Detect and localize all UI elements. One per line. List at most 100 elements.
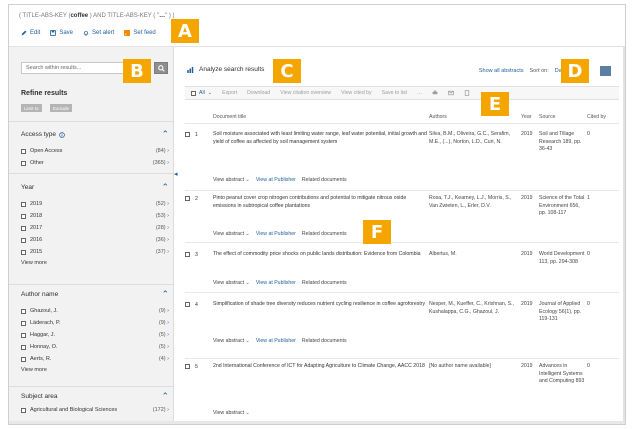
set-feed-button[interactable]: Set feed: [124, 30, 156, 36]
list-view-icon[interactable]: [600, 66, 611, 76]
cited-by-count[interactable]: 0: [587, 363, 619, 386]
view-at-publisher-link[interactable]: View at Publisher: [256, 177, 296, 183]
chevron-right-icon[interactable]: ›: [167, 356, 169, 362]
source-link[interactable]: Journal of Applied Ecology 56(1), pp. 11…: [539, 301, 587, 324]
facet-item-2019[interactable]: 2019 (52) ›: [21, 198, 169, 210]
chevron-right-icon[interactable]: ›: [167, 201, 169, 207]
checkbox[interactable]: [185, 132, 190, 137]
related-documents-link[interactable]: Related documents: [302, 231, 347, 237]
view-at-publisher-link[interactable]: View at Publisher: [256, 231, 296, 237]
chevron-right-icon[interactable]: ›: [167, 320, 169, 326]
checkbox[interactable]: [21, 344, 26, 350]
chevron-right-icon[interactable]: ›: [167, 332, 169, 338]
view-more-link[interactable]: View more: [21, 260, 169, 266]
cited-by-count[interactable]: 0: [587, 251, 619, 266]
facet-item-author[interactable]: Läderach, P. (9) ›: [21, 317, 169, 329]
facet-item-2015[interactable]: 2015 (37) ›: [21, 246, 169, 258]
chevron-up-icon[interactable]: ⌃: [161, 392, 169, 401]
view-citation-overview-button[interactable]: View citation overview: [280, 90, 331, 96]
chevron-right-icon[interactable]: ›: [167, 225, 169, 231]
select-all-dropdown[interactable]: All ⌄: [191, 90, 212, 96]
related-documents-link[interactable]: Related documents: [302, 177, 347, 183]
facet-header[interactable]: Year ⌃: [21, 183, 169, 192]
cited-by-count[interactable]: 1: [587, 195, 619, 218]
export-button[interactable]: Export: [222, 90, 237, 96]
document-title-link[interactable]: 2nd International Conference of ICT for …: [213, 363, 429, 386]
checkbox[interactable]: [185, 196, 190, 201]
chevron-right-icon[interactable]: ›: [167, 237, 169, 243]
view-cited-by-button[interactable]: View cited by: [341, 90, 371, 96]
set-alert-button[interactable]: Set alert: [83, 30, 114, 36]
view-abstract-button[interactable]: View abstract ⌄: [213, 231, 250, 237]
print-icon[interactable]: [432, 90, 438, 96]
chevron-up-icon[interactable]: ⌃: [161, 130, 169, 139]
save-button[interactable]: Save: [50, 30, 73, 36]
chevron-right-icon[interactable]: ›: [167, 407, 169, 413]
related-documents-link[interactable]: Related documents: [302, 338, 347, 344]
cited-by-count[interactable]: 0: [587, 301, 619, 324]
source-link[interactable]: Science of the Total Environment 656, pp…: [539, 195, 587, 218]
facet-item-author[interactable]: Haggar, J. (5) ›: [21, 329, 169, 341]
view-abstract-button[interactable]: View abstract ⌄: [213, 177, 250, 183]
edit-button[interactable]: Edit: [21, 30, 40, 36]
bibliography-icon[interactable]: [464, 90, 470, 96]
chevron-right-icon[interactable]: ›: [167, 344, 169, 350]
facet-item-2018[interactable]: 2018 (53) ›: [21, 210, 169, 222]
authors[interactable]: [No author name available]: [429, 363, 521, 386]
checkbox[interactable]: [21, 249, 26, 255]
info-icon[interactable]: [59, 131, 65, 138]
facet-item-2017[interactable]: 2017 (28) ›: [21, 222, 169, 234]
source-link[interactable]: World Development 113, pp. 294-308: [539, 251, 587, 266]
column-year[interactable]: Year: [521, 114, 539, 123]
email-icon[interactable]: [448, 90, 454, 96]
save-to-list-button[interactable]: Save to list: [382, 90, 407, 96]
cited-by-count[interactable]: 0: [587, 131, 619, 154]
chevron-right-icon[interactable]: ›: [167, 308, 169, 314]
authors[interactable]: Silva, B.M., Oliveira, G.C., Serafim, M.…: [429, 131, 521, 154]
checkbox[interactable]: [21, 332, 26, 338]
facet-header[interactable]: Subject area ⌃: [21, 392, 169, 401]
document-title-link[interactable]: Simplification of shade tree diversity r…: [213, 301, 429, 324]
view-more-link[interactable]: View more: [21, 367, 169, 373]
facet-item-other[interactable]: Other (365) ›: [21, 157, 169, 169]
chevron-up-icon[interactable]: ⌃: [161, 183, 169, 192]
view-abstract-button[interactable]: View abstract ⌄: [213, 410, 250, 416]
checkbox[interactable]: [21, 320, 26, 326]
facet-item-author[interactable]: Aerts, R. (4) ›: [21, 353, 169, 365]
authors[interactable]: Albertus, M.: [429, 251, 521, 266]
source-link[interactable]: Soil and Tillage Research 189, pp. 36-43: [539, 131, 587, 154]
more-options-button[interactable]: …: [417, 90, 422, 96]
view-at-publisher-link[interactable]: View at Publisher: [256, 280, 296, 286]
facet-header[interactable]: Author name ⌃: [21, 290, 169, 299]
chevron-right-icon[interactable]: ›: [167, 249, 169, 255]
show-all-abstracts-link[interactable]: Show all abstracts: [479, 68, 524, 74]
document-title-link[interactable]: Pinto peanut cover crop nitrogen contrib…: [213, 195, 429, 218]
checkbox[interactable]: [21, 237, 26, 243]
facet-item-author[interactable]: Ghazoul, J. (9) ›: [21, 305, 169, 317]
checkbox[interactable]: [21, 308, 26, 314]
checkbox[interactable]: [21, 213, 26, 219]
chevron-up-icon[interactable]: ⌃: [161, 290, 169, 299]
checkbox[interactable]: [21, 160, 26, 166]
facet-item-2016[interactable]: 2016 (36) ›: [21, 234, 169, 246]
chevron-right-icon[interactable]: ›: [167, 213, 169, 219]
analyze-search-results-link[interactable]: Analyze search results: [187, 66, 264, 73]
vertical-scrollbar[interactable]: [623, 47, 625, 424]
view-abstract-button[interactable]: View abstract ⌄: [213, 280, 250, 286]
horizontal-scrollbar[interactable]: [9, 421, 625, 424]
checkbox[interactable]: [21, 408, 26, 413]
view-abstract-button[interactable]: View abstract ⌄: [213, 338, 250, 344]
checkbox[interactable]: [21, 201, 26, 207]
column-document-title[interactable]: Document title: [213, 114, 429, 123]
checkbox[interactable]: [191, 90, 196, 96]
related-documents-link[interactable]: Related documents: [302, 280, 347, 286]
document-title-link[interactable]: The effect of commodity price shocks on …: [213, 251, 429, 266]
authors[interactable]: Rosa, T.J., Kearney, L.J., Morris, S., V…: [429, 195, 521, 218]
view-at-publisher-link[interactable]: View at Publisher: [256, 338, 296, 344]
checkbox[interactable]: [21, 356, 26, 362]
checkbox[interactable]: [185, 302, 190, 307]
authors[interactable]: Nesper, M., Kueffer, C., Krishnan, S., K…: [429, 301, 521, 324]
limit-to-button[interactable]: Limit to: [21, 104, 42, 112]
checkbox[interactable]: [185, 364, 190, 369]
checkbox[interactable]: [21, 225, 26, 231]
